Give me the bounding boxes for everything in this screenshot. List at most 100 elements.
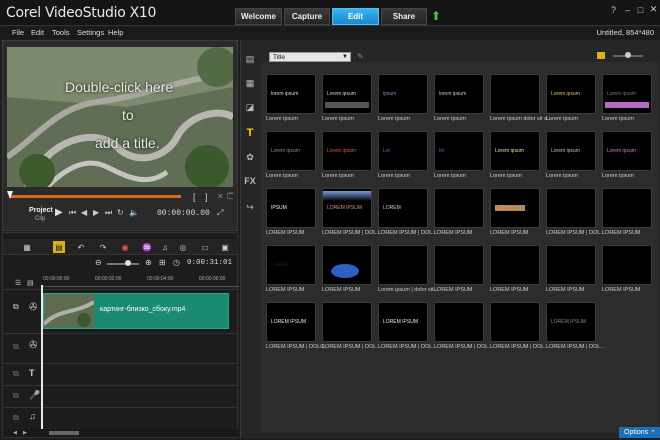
title-template[interactable]: Lor Lorem ipsum — [378, 131, 431, 179]
title-template[interactable]: LOREM IPSUM — [602, 188, 655, 236]
menu-edit[interactable]: Edit — [31, 28, 44, 37]
title-template[interactable]: LOREM IPSUM LOREM IPSUM | DOL... — [546, 302, 605, 350]
track-lock-icon[interactable]: ⧉ — [13, 302, 19, 312]
fit-project-icon[interactable]: ⊞ — [159, 258, 166, 267]
playhead[interactable] — [41, 285, 43, 429]
title-template[interactable]: LOREM IPSUM LOREM IPSUM | DOL... — [322, 188, 381, 236]
title-template[interactable]: lorem ipsum Lorem ipsum — [434, 74, 487, 122]
enlarge-icon[interactable]: ⤢ — [217, 208, 223, 218]
thumbnail-view-icon[interactable] — [597, 52, 605, 59]
auto-music-icon[interactable]: ♫ — [159, 241, 171, 253]
preview-timecode[interactable]: 00:00:00.00 — [157, 209, 210, 218]
scroll-left-icon[interactable]: ◀ — [13, 430, 17, 436]
path-icon[interactable]: ↪ — [243, 200, 257, 214]
title-template[interactable]: LOREM LOREM IPSUM | DOL... — [378, 188, 437, 236]
maximize-icon[interactable]: □ — [635, 4, 646, 15]
scrollbar-thumb[interactable] — [49, 431, 79, 435]
title-template[interactable]: LOREM IPSUM — [490, 245, 543, 293]
minimize-icon[interactable]: – — [622, 4, 633, 15]
help-icon[interactable]: ? — [608, 4, 619, 15]
title-template[interactable]: lor Lorem ipsum — [434, 131, 487, 179]
track-link-icon[interactable]: ⧉ — [13, 413, 19, 423]
upload-arrow-icon[interactable]: ⬆ — [431, 10, 441, 22]
track-manager-icon[interactable]: ☰ — [15, 279, 21, 287]
tab-capture[interactable]: Capture — [284, 8, 330, 25]
title-template[interactable]: Lorem ipsum Lorem ipsum — [322, 74, 375, 122]
record-capture-icon[interactable]: ◉ — [119, 241, 131, 253]
title-template[interactable]: Lorem ipsum Lorem ipsum — [602, 74, 655, 122]
preview-video[interactable]: Double-click here to add a title. [ ] ✕ … — [7, 47, 233, 223]
timeline-view-icon[interactable]: ▤ — [53, 241, 65, 253]
mark-out-icon[interactable]: ] — [205, 192, 208, 202]
title-template[interactable]: Lorem ipsum Lorem ipsum — [546, 74, 599, 122]
time-ruler[interactable]: 00:00:00:00 00:00:02:00 00:00:04:00 00:0… — [43, 275, 239, 287]
sound-mixer-icon[interactable]: ♒ — [141, 241, 153, 253]
mark-in-icon[interactable]: [ — [193, 192, 196, 202]
zoom-slider[interactable] — [107, 263, 139, 265]
title-template[interactable]: IPSUM LOREM IPSUM — [266, 188, 319, 236]
title-template[interactable]: lorem ipsum Lorem ipsum — [266, 74, 319, 122]
title-template[interactable]: Lorem ipsum Lorem ipsum — [322, 131, 375, 179]
split-clip-icon[interactable]: ✕ — [217, 192, 224, 201]
title-template[interactable]: LOREM IPSUM — [434, 245, 487, 293]
close-icon[interactable]: ✕ — [648, 4, 659, 15]
menu-help[interactable]: Help — [108, 28, 123, 37]
subtitle-editor-icon[interactable]: ▭ — [199, 241, 211, 253]
project-label[interactable]: Project — [29, 207, 53, 214]
tab-welcome[interactable]: Welcome — [235, 8, 282, 25]
add-to-favorites-icon[interactable]: ✎ — [357, 52, 364, 61]
title-template[interactable]: LOREM IPSUM — [546, 245, 599, 293]
media-icon[interactable]: ▤ — [243, 52, 257, 66]
video-clip[interactable]: картинг-близко_сбоку.mp4 — [43, 293, 229, 329]
scroll-right-icon[interactable]: ▶ — [23, 430, 27, 436]
title-icon[interactable]: T — [243, 126, 257, 140]
title-template[interactable]: LOR LOREM IPSUM — [490, 188, 543, 236]
menu-tools[interactable]: Tools — [52, 28, 70, 37]
track-link-icon[interactable]: ⧉ — [13, 391, 19, 401]
title-template[interactable]: LOREM IPSUM — [434, 188, 487, 236]
menu-file[interactable]: File — [12, 28, 24, 37]
scrub-bar[interactable] — [9, 195, 181, 198]
title-template[interactable]: Lorem ipsum Lorem ipsum — [546, 131, 599, 179]
volume-icon[interactable]: 🔈 — [129, 208, 139, 217]
title-template[interactable]: LOREM IPSUM | DOL... — [546, 188, 605, 236]
title-template[interactable]: Lorem ipsum | dolor sit... — [378, 245, 438, 293]
title-template[interactable]: LOREM IPSUM | DOL... — [322, 302, 381, 350]
clip-label[interactable]: Clip — [35, 216, 45, 222]
undo-icon[interactable]: ↶ — [75, 241, 87, 253]
title-template[interactable]: LOREM LOREM IPSUM — [266, 245, 319, 293]
zoom-out-icon[interactable]: ⊖ — [95, 258, 102, 267]
transition-icon[interactable]: ◪ — [243, 100, 257, 114]
options-button[interactable]: Options ⌃ — [619, 427, 660, 438]
end-icon[interactable]: ⏭ — [105, 208, 112, 218]
previous-frame-icon[interactable]: ◀ — [81, 208, 87, 217]
title-template[interactable]: Lorem ipsum dolor sit a... — [490, 74, 550, 122]
title-template[interactable]: LOREM IPSUM | DOL... — [490, 302, 549, 350]
copy-icon[interactable]: ❐ — [227, 192, 233, 201]
filter-fx-icon[interactable]: FX — [243, 174, 257, 188]
tab-share[interactable]: Share — [381, 8, 427, 25]
zoom-in-icon[interactable]: ⊕ — [145, 258, 152, 267]
play-icon[interactable]: ▶ — [55, 207, 63, 218]
category-select[interactable]: Title ▼ — [269, 52, 351, 62]
storyboard-view-icon[interactable]: ▦ — [21, 241, 33, 253]
graphic-icon[interactable]: ✿ — [243, 150, 257, 164]
menu-settings[interactable]: Settings — [77, 28, 104, 37]
title-template[interactable]: LOREM IPSUM LOREM IPSUM | DOLO... — [266, 302, 326, 350]
title-template[interactable]: LOREM IPSUM — [322, 245, 375, 293]
next-frame-icon[interactable]: ▶ — [93, 208, 99, 217]
instant-project-icon[interactable]: ▦ — [243, 76, 257, 90]
home-icon[interactable]: ⏮ — [69, 208, 76, 218]
motion-tracking-icon[interactable]: ◎ — [177, 241, 189, 253]
title-template[interactable]: LOREM IPSUM LOREM IPSUM | DOL... — [378, 302, 437, 350]
timeline-scrollbar[interactable]: ◀ ▶ — [3, 429, 239, 437]
repeat-icon[interactable]: ↻ — [117, 208, 124, 217]
thumbnail-size-thumb[interactable] — [625, 52, 631, 58]
tab-edit[interactable]: Edit — [332, 8, 379, 25]
title-template[interactable]: Lorem ipsum Lorem ipsum — [266, 131, 319, 179]
chapter-point-icon[interactable]: ▤ — [27, 279, 34, 287]
track-link-icon[interactable]: ⧉ — [13, 342, 19, 352]
title-template[interactable]: LOREM IPSUM — [602, 245, 655, 293]
zoom-slider-thumb[interactable] — [125, 260, 131, 266]
title-template[interactable]: Lorem ipsum Lorem ipsum — [602, 131, 655, 179]
